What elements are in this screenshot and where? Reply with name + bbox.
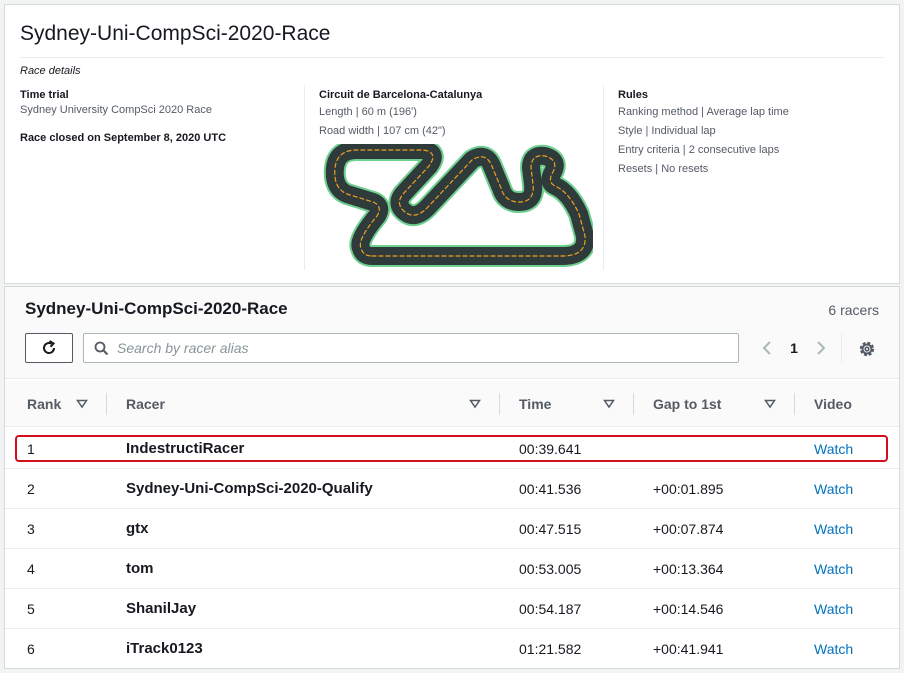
pager-divider	[841, 333, 842, 363]
gear-icon[interactable]	[857, 339, 877, 359]
circuit-column: Circuit de Barcelona-Catalunya Length | …	[319, 87, 599, 141]
pagination: 1	[755, 333, 833, 363]
race-closed-text: Race closed on September 8, 2020 UTC	[20, 132, 227, 144]
time-cell: 01:21.582	[519, 641, 582, 657]
sort-icon[interactable]	[469, 399, 481, 409]
gap-cell: +00:14.546	[653, 601, 724, 617]
time-cell: 00:53.005	[519, 561, 582, 577]
watch-video-link[interactable]: Watch	[814, 589, 853, 629]
page-title: Sydney-Uni-CompSci-2020-Race	[20, 22, 331, 45]
table-row[interactable]: 3 gtx 00:47.515 +00:07.874 Watch	[5, 509, 899, 549]
leaderboard-header: Sydney-Uni-CompSci-2020-Race 6 racers 1	[5, 287, 899, 379]
table-row[interactable]: 6 iTrack0123 01:21.582 +00:41.941 Watch	[5, 629, 899, 669]
title-divider	[20, 57, 884, 58]
circuit-road-width: Road width | 107 cm (42")	[319, 125, 446, 137]
rank-cell: 2	[27, 481, 35, 497]
search-input[interactable]	[117, 334, 727, 362]
rank-cell: 4	[27, 561, 35, 577]
rank-cell: 6	[27, 641, 35, 657]
column-header-video: Video	[814, 396, 852, 412]
rule-entry-criteria: Entry criteria | 2 consecutive laps	[618, 144, 780, 156]
column-divider	[794, 393, 795, 415]
time-cell: 00:54.187	[519, 601, 582, 617]
race-type-description: Sydney University CompSci 2020 Race	[20, 104, 212, 116]
previous-page-button[interactable]	[755, 333, 779, 363]
racer-cell: ShanilJay	[126, 600, 197, 617]
column-divider	[633, 393, 634, 415]
racer-cell: Sydney-Uni-CompSci-2020-Qualify	[126, 480, 373, 497]
sort-icon[interactable]	[603, 399, 615, 409]
column-header-time[interactable]: Time	[519, 381, 551, 427]
racer-cell: tom	[126, 560, 154, 577]
gap-cell: +00:41.941	[653, 641, 724, 657]
search-box[interactable]	[83, 333, 739, 363]
watch-video-link[interactable]: Watch	[814, 549, 853, 589]
sort-icon[interactable]	[764, 399, 776, 409]
rank-cell: 5	[27, 601, 35, 617]
chevron-left-icon	[762, 341, 771, 355]
race-type-column: Time trial Sydney University CompSci 202…	[20, 87, 300, 148]
column-header-gap[interactable]: Gap to 1st	[653, 381, 721, 427]
table-row[interactable]: 4 tom 00:53.005 +00:13.364 Watch	[5, 549, 899, 589]
circuit-length: Length | 60 m (196')	[319, 106, 417, 118]
current-page-number[interactable]: 1	[779, 340, 809, 356]
track-map-image	[323, 144, 593, 267]
time-cell: 00:41.536	[519, 481, 582, 497]
column-divider	[603, 85, 604, 270]
table-row[interactable]: 2 Sydney-Uni-CompSci-2020-Qualify 00:41.…	[5, 469, 899, 509]
time-cell: 00:47.515	[519, 521, 582, 537]
chevron-right-icon	[817, 341, 826, 355]
first-place-highlight	[15, 435, 888, 462]
rules-heading: Rules	[618, 89, 648, 101]
watch-video-link[interactable]: Watch	[814, 509, 853, 549]
column-divider	[499, 393, 500, 415]
leaderboard-panel: Sydney-Uni-CompSci-2020-Race 6 racers 1	[4, 286, 900, 669]
rank-cell: 3	[27, 521, 35, 537]
sort-icon[interactable]	[76, 399, 88, 409]
column-divider	[304, 85, 305, 270]
column-header-racer[interactable]: Racer	[126, 381, 165, 427]
next-page-button[interactable]	[809, 333, 833, 363]
leaderboard-title: Sydney-Uni-CompSci-2020-Race	[25, 299, 288, 318]
racer-count: 6 racers	[828, 302, 879, 318]
table-row[interactable]: 5 ShanilJay 00:54.187 +00:14.546 Watch	[5, 589, 899, 629]
rules-column: Rules Ranking method | Average lap time …	[618, 87, 888, 179]
gap-cell: +00:07.874	[653, 521, 724, 537]
rule-resets: Resets | No resets	[618, 163, 709, 175]
gap-cell: +00:13.364	[653, 561, 724, 577]
circuit-name: Circuit de Barcelona-Catalunya	[319, 89, 483, 101]
table-header: Rank Racer Time Gap to 1st Video	[5, 381, 899, 427]
race-details-panel: Sydney-Uni-CompSci-2020-Race Race detail…	[4, 4, 900, 284]
refresh-button[interactable]	[25, 333, 73, 363]
column-header-rank[interactable]: Rank	[27, 381, 61, 427]
racer-cell: iTrack0123	[126, 640, 203, 657]
watch-video-link[interactable]: Watch	[814, 629, 853, 669]
race-type-heading: Time trial	[20, 89, 69, 101]
column-divider	[106, 393, 107, 415]
racer-cell: gtx	[126, 520, 149, 537]
gap-cell: +00:01.895	[653, 481, 724, 497]
race-details-label: Race details	[20, 65, 81, 77]
refresh-icon	[43, 340, 56, 354]
rule-style: Style | Individual lap	[618, 125, 716, 137]
search-icon	[94, 341, 109, 356]
rule-ranking-method: Ranking method | Average lap time	[618, 106, 789, 118]
watch-video-link[interactable]: Watch	[814, 469, 853, 509]
